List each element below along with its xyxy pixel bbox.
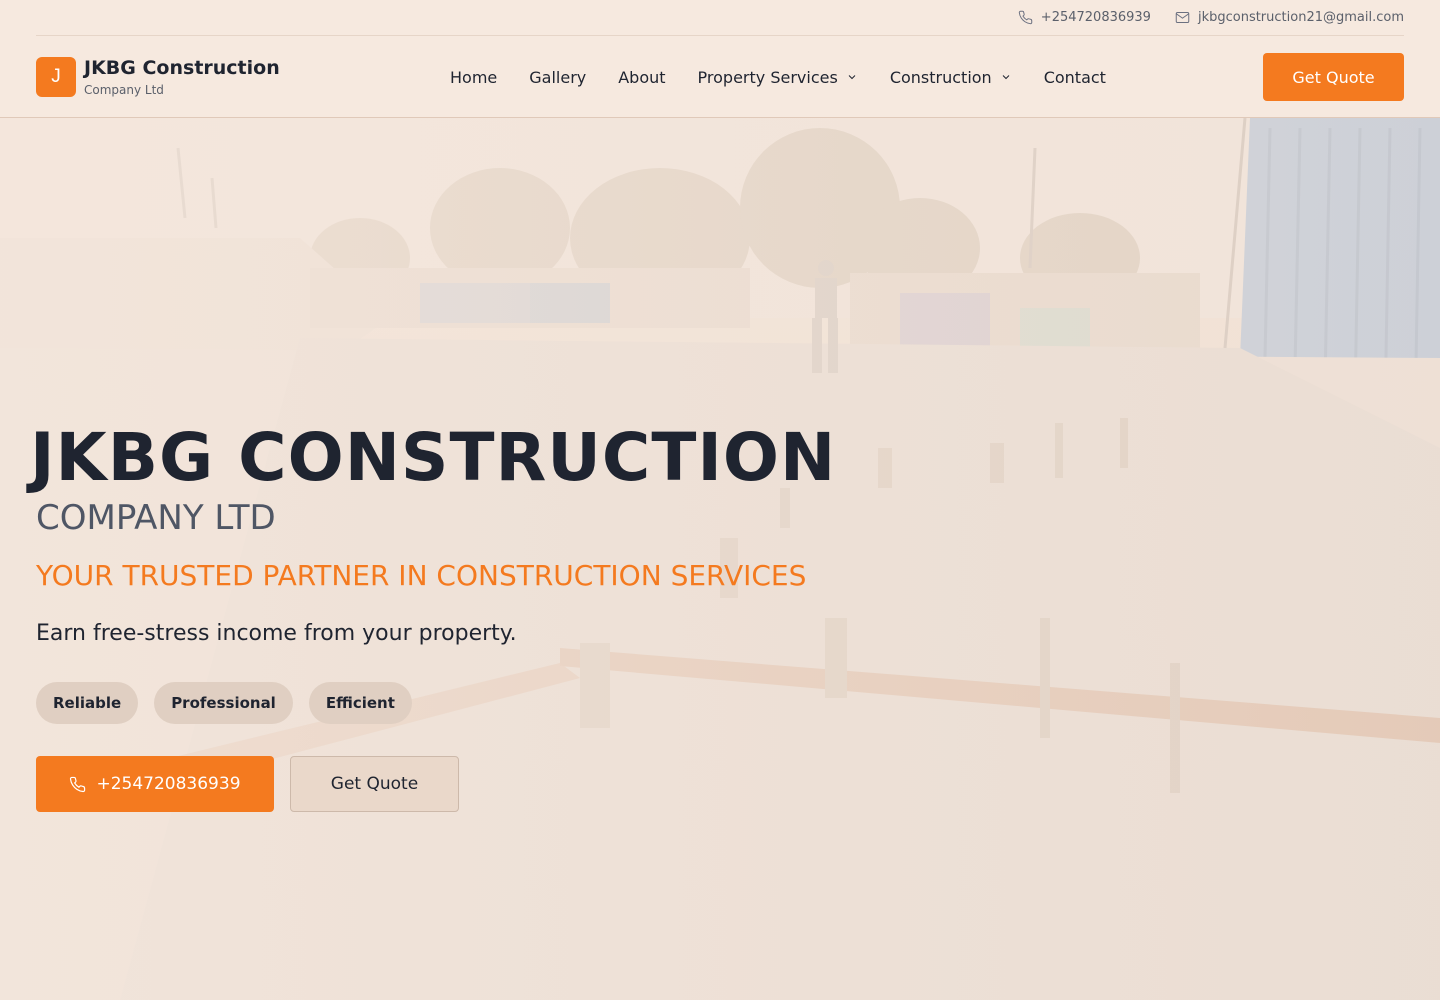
hero-subtitle: COMPANY LTD xyxy=(36,498,276,538)
mail-icon xyxy=(1175,12,1190,23)
nav-about-label: About xyxy=(618,67,666,87)
chip-reliable: Reliable xyxy=(36,682,139,724)
brand-subtitle: Company Ltd xyxy=(84,83,164,97)
nav-property-services[interactable]: Property Services xyxy=(698,68,858,87)
primary-nav: Home Gallery About Property Services Con… xyxy=(450,37,1106,117)
nav-construction[interactable]: Construction xyxy=(890,68,1012,87)
chevron-down-icon xyxy=(848,75,856,80)
topbar-email[interactable]: jkbgconstruction21@gmail.com xyxy=(1175,10,1404,25)
nav-about[interactable]: About xyxy=(618,68,665,87)
topbar-phone-text: +254720836939 xyxy=(1040,10,1151,25)
topbar-phone[interactable]: +254720836939 xyxy=(1018,10,1151,25)
hero-cta-row: +254720836939 Get Quote xyxy=(36,756,936,812)
chip-efficient: Efficient xyxy=(308,682,412,724)
hero-section: JKBG CONSTRUCTION COMPANY LTD YOUR TRUST… xyxy=(0,118,1440,1000)
nav-gallery-label: Gallery xyxy=(529,67,587,87)
top-contact-bar: +254720836939 jkbgconstruction21@gmail.c… xyxy=(36,0,1404,36)
nav-home-label: Home xyxy=(450,67,498,87)
brand-text: JKBG Construction Company Ltd xyxy=(84,57,280,98)
call-phone-button[interactable]: +254720836939 xyxy=(36,756,274,812)
chevron-down-icon xyxy=(1002,75,1010,80)
hero-get-quote-button[interactable]: Get Quote xyxy=(290,756,459,812)
nav-construction-label: Construction xyxy=(889,67,992,87)
main-navbar: J JKBG Construction Company Ltd Home Gal… xyxy=(0,37,1440,118)
get-quote-button[interactable]: Get Quote xyxy=(1263,53,1404,101)
feature-chips: Reliable Professional Efficient xyxy=(36,682,936,724)
hero-title: JKBG CONSTRUCTION xyxy=(30,419,837,496)
nav-home[interactable]: Home xyxy=(450,68,497,87)
logo-mark: J xyxy=(36,57,76,97)
nav-property-services-label: Property Services xyxy=(697,67,838,87)
nav-contact[interactable]: Contact xyxy=(1044,68,1106,87)
topbar-email-text: jkbgconstruction21@gmail.com xyxy=(1197,10,1404,25)
chip-professional: Professional xyxy=(154,682,293,724)
brand-name: JKBG Construction xyxy=(84,57,280,79)
nav-contact-label: Contact xyxy=(1043,67,1106,87)
phone-icon xyxy=(1018,10,1033,25)
brand-logo[interactable]: J JKBG Construction Company Ltd xyxy=(36,57,280,98)
call-phone-label: +254720836939 xyxy=(96,774,241,794)
phone-icon xyxy=(70,776,86,792)
nav-gallery[interactable]: Gallery xyxy=(529,68,586,87)
hero-content: JKBG CONSTRUCTION COMPANY LTD YOUR TRUST… xyxy=(30,418,936,812)
hero-tagline: YOUR TRUSTED PARTNER IN CONSTRUCTION SER… xyxy=(36,559,807,592)
hero-description: Earn free-stress income from your proper… xyxy=(36,621,517,646)
